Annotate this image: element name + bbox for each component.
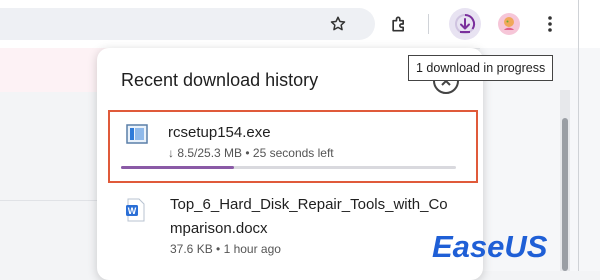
vertical-dots-icon: [548, 16, 552, 32]
profile-avatar-button[interactable]: [493, 8, 525, 40]
download-progress-icon: [455, 13, 476, 34]
extensions-button[interactable]: [383, 8, 415, 40]
address-bar[interactable]: [0, 8, 375, 40]
star-icon: [330, 16, 346, 31]
panel-title: Recent download history: [121, 70, 319, 90]
browser-toolbar: [0, 0, 600, 49]
file-status: 37.6 KB • 1 hour ago: [170, 242, 281, 256]
download-status: ↓ 8.5/25.3 MB • 25 seconds left: [168, 146, 334, 160]
download-file-name: rcsetup154.exe: [168, 124, 271, 141]
exe-file-icon: [126, 124, 148, 144]
svg-text:W: W: [128, 206, 137, 216]
browser-menu-button[interactable]: [534, 8, 566, 40]
word-doc-icon: W: [126, 198, 145, 222]
svg-text:EaseUS: EaseUS: [432, 229, 548, 264]
bookmark-star-button[interactable]: [322, 8, 354, 40]
download-progress-fill: [121, 166, 234, 169]
toolbar-separator: [428, 14, 429, 34]
download-item-active[interactable]: rcsetup154.exe ↓ 8.5/25.3 MB • 25 second…: [108, 110, 478, 183]
download-history-panel: Recent download history rcsetup154.exe ↓…: [97, 48, 483, 280]
puzzle-icon: [392, 16, 404, 32]
file-name-line2: mparison.docx: [170, 220, 268, 237]
download-item-completed[interactable]: W Top_6_Hard_Disk_Repair_Tools_with_Co m…: [108, 188, 478, 268]
file-name-line1: Top_6_Hard_Disk_Repair_Tools_with_Co: [170, 196, 448, 213]
downloads-button[interactable]: [449, 8, 481, 40]
downloads-tooltip: 1 download in progress: [408, 55, 554, 81]
avatar-icon: [498, 13, 520, 35]
easeus-logo: EaseUS: [432, 229, 548, 264]
download-progress-bar: [121, 166, 456, 169]
